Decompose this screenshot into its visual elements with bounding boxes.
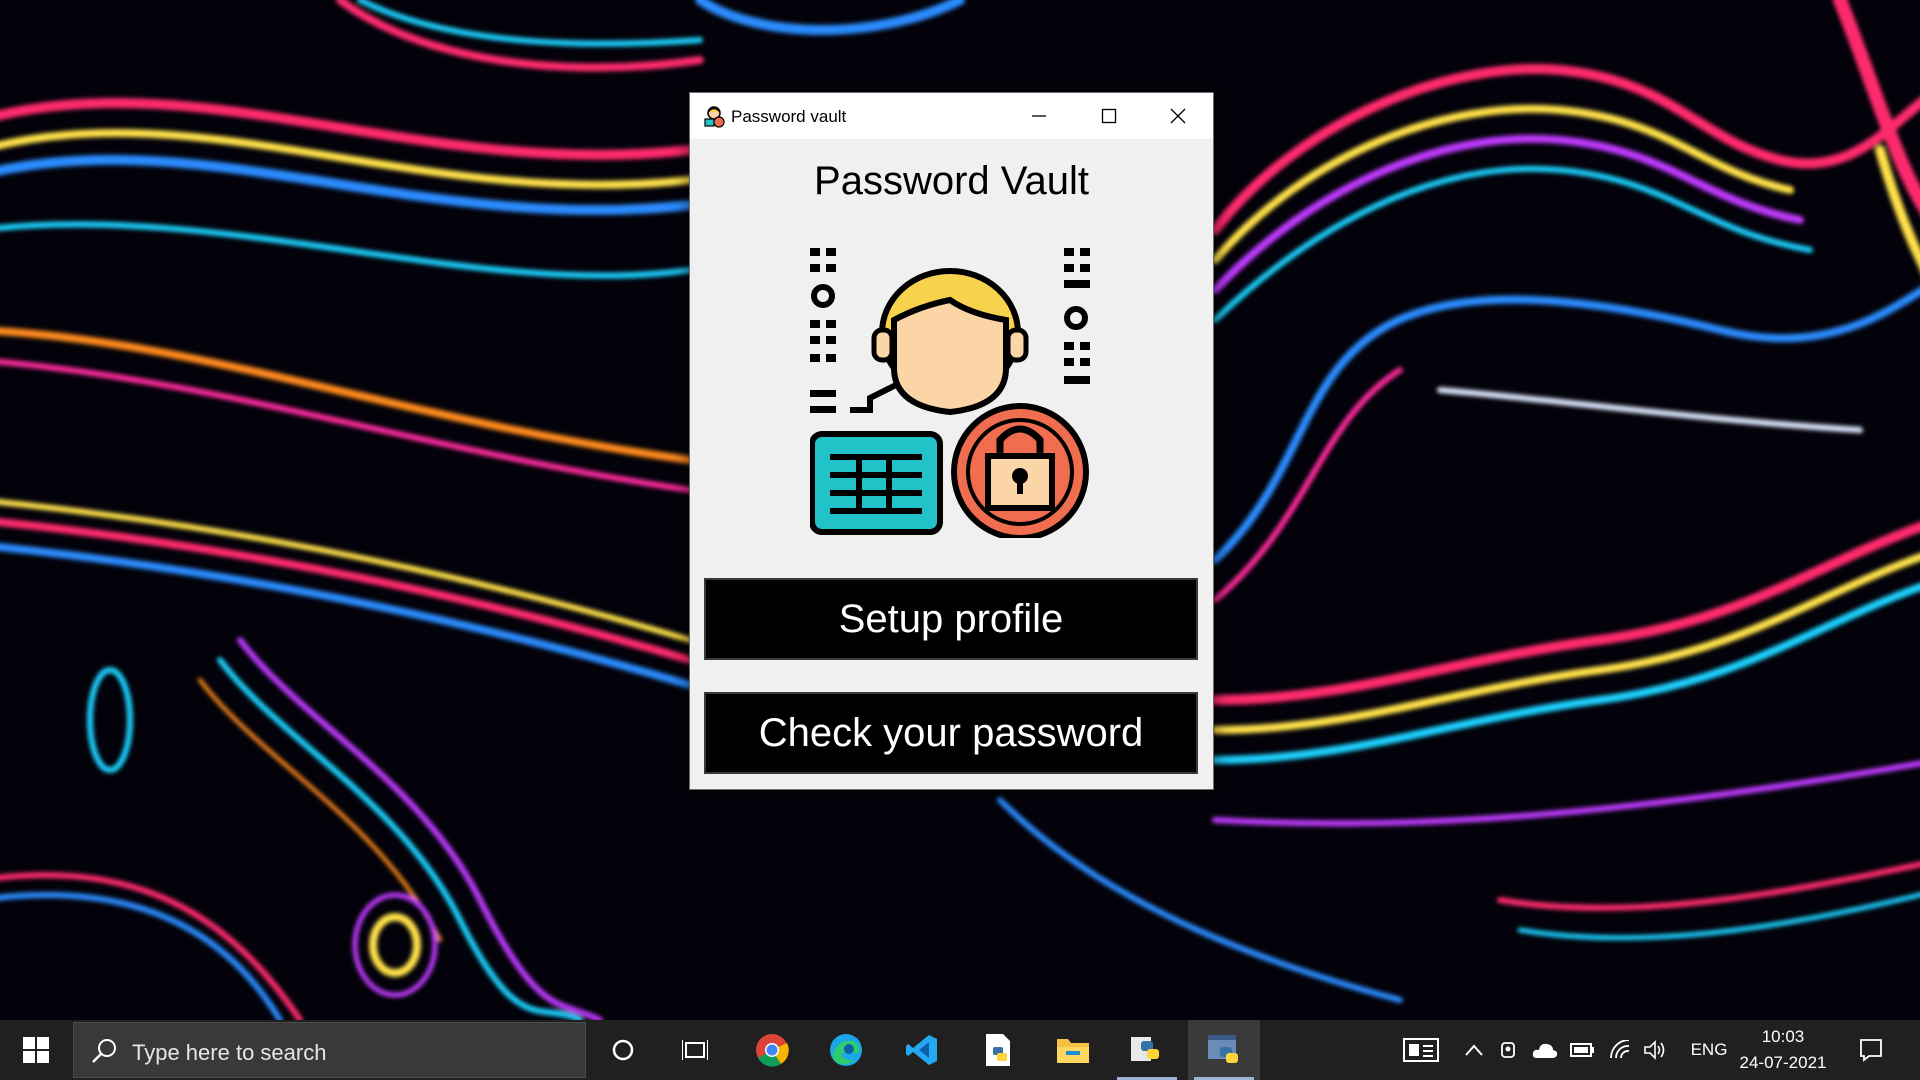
task-view-button[interactable] [659,1020,731,1080]
taskbar: Type here to search ENG 10:03 24-07-2021 [0,1020,1920,1080]
input-language[interactable]: ENG [1685,1020,1733,1080]
taskbar-file-explorer[interactable] [1037,1020,1109,1080]
file-explorer-icon [1057,1039,1089,1063]
search-icon [92,1039,116,1063]
setup-profile-button[interactable]: Setup profile [704,578,1198,660]
task-view-icon [682,1040,708,1060]
password-vault-window: Password vault Password Vault Setup prof… [689,92,1214,790]
cloud-icon [1532,1043,1558,1058]
taskbar-python-file[interactable] [962,1020,1034,1080]
minimize-button[interactable] [1004,93,1074,139]
maximize-button[interactable] [1074,93,1144,139]
chrome-icon [756,1034,789,1067]
maximize-icon [1101,108,1117,124]
window-title: Password vault [731,107,847,126]
meet-now-button[interactable] [1494,1020,1524,1080]
python-file-icon [986,1034,1010,1066]
taskbar-edge[interactable] [810,1020,882,1080]
volume-button[interactable] [1638,1020,1672,1080]
meet-now-icon [1501,1042,1515,1058]
action-center-button[interactable] [1836,1020,1906,1080]
minimize-icon [1032,115,1046,117]
clock-time: 10:03 [1761,1027,1805,1046]
search-box[interactable]: Type here to search [73,1022,586,1078]
user-keyboard-lock-icon [810,248,1090,538]
app-icon [704,106,725,128]
onedrive-button[interactable] [1528,1020,1562,1080]
chevron-up-icon [1465,1044,1483,1056]
network-button[interactable] [1604,1020,1636,1080]
cortana-icon [612,1039,634,1061]
clock[interactable]: 10:03 24-07-2021 [1728,1020,1838,1080]
notification-icon [1860,1039,1882,1062]
check-password-button[interactable]: Check your password [704,692,1198,774]
clock-date: 24-07-2021 [1739,1053,1827,1072]
python-app-icon [1208,1035,1238,1063]
windows-logo-icon [23,1037,49,1063]
close-button[interactable] [1143,93,1213,139]
taskbar-chrome[interactable] [736,1020,808,1080]
speaker-icon [1644,1040,1665,1060]
taskbar-python-idle[interactable] [1111,1020,1183,1080]
vscode-icon [906,1035,937,1065]
wifi-icon [1610,1040,1630,1059]
battery-icon [1570,1043,1594,1057]
page-title: Password Vault [814,159,1089,203]
taskbar-python-app[interactable] [1188,1020,1260,1080]
cortana-button[interactable] [587,1020,659,1080]
search-placeholder: Type here to search [132,1040,327,1065]
taskbar-vscode[interactable] [886,1020,958,1080]
show-hidden-icons-button[interactable] [1458,1020,1490,1080]
news-icon [1403,1038,1439,1062]
edge-icon [830,1034,862,1066]
news-widget-button[interactable] [1393,1020,1449,1080]
title-bar[interactable]: Password vault [690,93,1213,139]
python-idle-icon [1131,1037,1159,1061]
battery-button[interactable] [1566,1020,1600,1080]
start-button[interactable] [0,1020,72,1080]
close-icon [1170,108,1186,124]
